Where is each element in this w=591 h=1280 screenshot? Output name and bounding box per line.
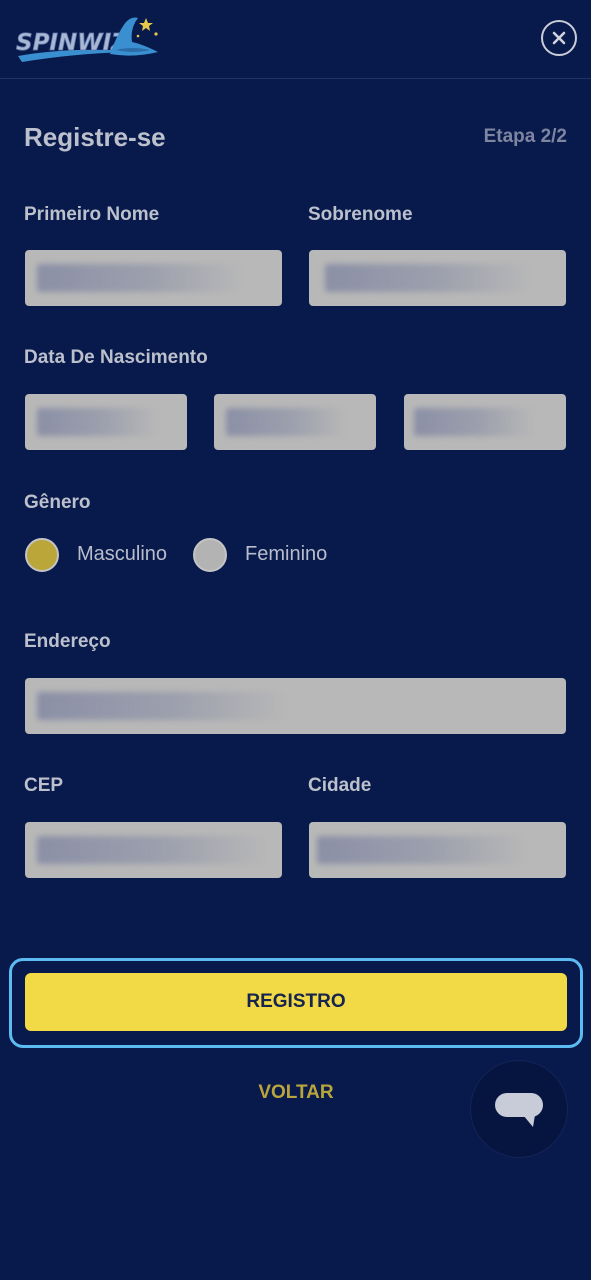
form-title: Registre-se	[24, 122, 166, 152]
first-name-label: Primeiro Nome	[24, 204, 160, 225]
logo-graphic: SPINWIZ	[16, 17, 158, 62]
first-name-field[interactable]	[25, 250, 282, 306]
step-indicator: Etapa 2/2	[483, 126, 567, 147]
close-icon	[552, 31, 566, 45]
back-button[interactable]: VOLTAR	[220, 1078, 372, 1108]
redacted-value	[37, 408, 157, 436]
dob-label: Data De Nascimento	[24, 347, 208, 368]
redacted-value	[37, 692, 287, 720]
gender-option-masculino[interactable]: Masculino	[77, 543, 167, 566]
chat-bubble-icon	[495, 1093, 543, 1127]
zip-field[interactable]	[25, 822, 282, 878]
redacted-value	[414, 408, 534, 436]
dob-year-field[interactable]	[404, 394, 566, 450]
address-field[interactable]	[25, 678, 566, 734]
redacted-value	[226, 408, 346, 436]
chat-button[interactable]	[470, 1060, 568, 1158]
close-button[interactable]	[541, 20, 577, 56]
dob-day-field[interactable]	[25, 394, 187, 450]
address-label: Endereço	[24, 631, 111, 652]
redacted-value	[37, 264, 242, 292]
redacted-value	[317, 836, 527, 864]
dob-month-field[interactable]	[214, 394, 376, 450]
header: SPINWIZ	[0, 0, 591, 79]
spinwiz-logo[interactable]: SPINWIZ	[14, 12, 164, 66]
last-name-label: Sobrenome	[308, 204, 413, 225]
gender-radio-feminino[interactable]	[193, 538, 227, 572]
last-name-field[interactable]	[309, 250, 566, 306]
city-field[interactable]	[309, 822, 566, 878]
register-button[interactable]: REGISTRO	[25, 973, 567, 1031]
gender-label: Gênero	[24, 492, 91, 513]
redacted-value	[37, 836, 267, 864]
city-label: Cidade	[308, 775, 372, 796]
gender-radio-masculino[interactable]	[25, 538, 59, 572]
zip-label: CEP	[24, 775, 64, 796]
redacted-value	[325, 264, 530, 292]
gender-option-feminino[interactable]: Feminino	[245, 543, 327, 566]
